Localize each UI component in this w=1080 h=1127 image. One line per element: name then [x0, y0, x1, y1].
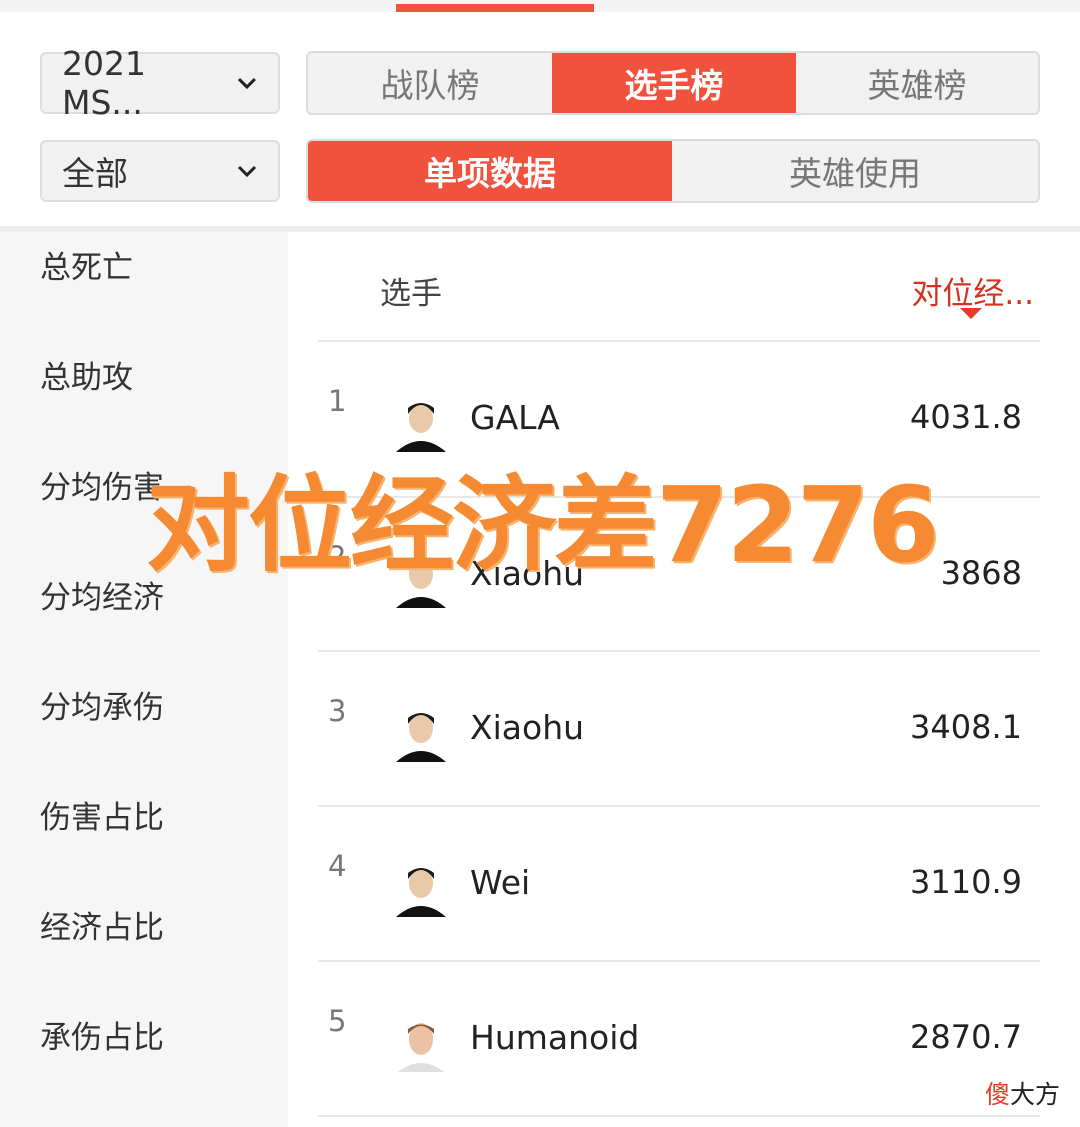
tab-player-rank[interactable]: 选手榜: [552, 53, 796, 113]
player-value: 2870.7: [910, 1018, 1022, 1056]
player-name: Wei: [470, 863, 531, 902]
player-name: Humanoid: [470, 1018, 640, 1057]
sidebar-item-total-deaths[interactable]: 总死亡: [40, 242, 133, 287]
player-value: 4031.8: [910, 398, 1022, 436]
player-name: Xiaohu: [470, 708, 585, 747]
season-select-value: 2021 MS...: [62, 44, 146, 122]
sidebar-item-taken-share[interactable]: 承伤占比: [40, 1012, 164, 1057]
tab-single-stats[interactable]: 单项数据: [308, 141, 672, 201]
table-row[interactable]: 5 Humanoid 2870.7: [318, 962, 1040, 1116]
tab-label: 选手榜: [624, 66, 724, 105]
player-name: GALA: [470, 398, 560, 437]
watermark-highlight: 傻: [984, 1080, 1010, 1109]
table-row[interactable]: 3 Xiaohu 3408.1: [318, 652, 1040, 806]
chevron-down-icon: [237, 165, 257, 178]
ranking-table: 选手 对位经... 1 GALA 4031.8 2 Xiaohu 3868 3: [288, 232, 1080, 1127]
overlay-caption: 对位经济差7276: [146, 464, 939, 586]
sidebar-item-taken-per-min[interactable]: 分均承伤: [40, 682, 164, 727]
tab-label: 战队榜: [380, 66, 480, 105]
tab-label: 单项数据: [424, 154, 556, 193]
sort-desc-icon[interactable]: [960, 308, 982, 319]
scope-select-value: 全部: [62, 154, 128, 193]
watermark: 傻大方: [985, 1075, 1060, 1111]
column-header-player: 选手: [380, 276, 442, 312]
player-avatar-icon: [392, 1014, 450, 1072]
row-rank: 1: [328, 384, 347, 418]
tab-hero-usage[interactable]: 英雄使用: [672, 141, 1038, 201]
table-row[interactable]: 4 Wei 3110.9: [318, 807, 1040, 961]
tab-team-rank[interactable]: 战队榜: [308, 53, 552, 113]
main-tab-group: 战队榜 选手榜 英雄榜: [306, 51, 1040, 115]
active-tab-indicator: [396, 4, 594, 12]
player-value: 3868: [940, 554, 1022, 592]
player-value: 3408.1: [910, 708, 1022, 746]
sidebar-item-gold-share[interactable]: 经济占比: [40, 902, 164, 947]
scope-select[interactable]: 全部: [40, 140, 280, 202]
filter-header: 2021 MS... 战队榜 选手榜 英雄榜 全部 单项数据 英雄使用: [0, 12, 1080, 226]
player-avatar-icon: [392, 704, 450, 762]
column-header-metric[interactable]: 对位经...: [911, 268, 1034, 313]
sidebar-item-damage-share[interactable]: 伤害占比: [40, 792, 164, 837]
row-rank: 4: [328, 849, 347, 883]
sub-tab-group: 单项数据 英雄使用: [306, 139, 1040, 203]
row-divider: [318, 1115, 1040, 1117]
row-rank: 5: [328, 1004, 347, 1038]
row-rank: 3: [328, 694, 347, 728]
watermark-rest: 大方: [1009, 1080, 1060, 1109]
stat-category-sidebar: 总死亡 总助攻 分均伤害 分均经济 分均承伤 伤害占比 经济占比 承伤占比: [0, 232, 288, 1127]
sidebar-item-total-assists[interactable]: 总助攻: [40, 352, 133, 397]
tab-label: 英雄榜: [867, 66, 967, 105]
tab-hero-rank[interactable]: 英雄榜: [796, 53, 1038, 113]
chevron-down-icon: [238, 77, 257, 90]
season-select[interactable]: 2021 MS...: [40, 44, 280, 122]
player-avatar-icon: [392, 859, 450, 917]
player-value: 3110.9: [910, 863, 1022, 901]
tab-label: 英雄使用: [789, 154, 921, 193]
